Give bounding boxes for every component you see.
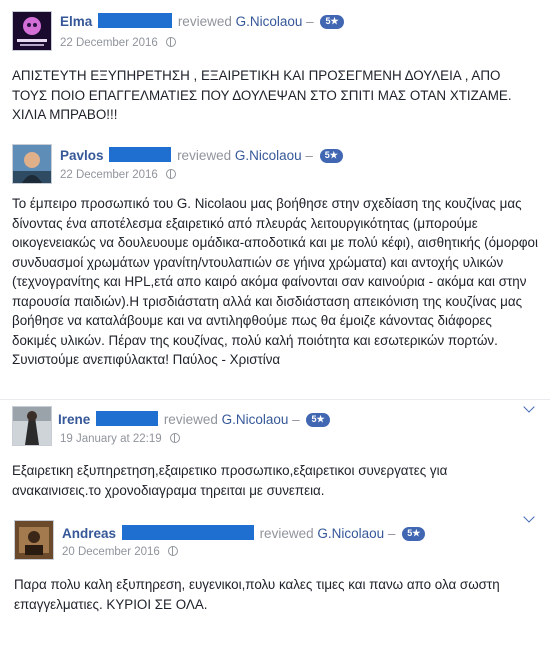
reviewed-label: reviewed <box>177 14 232 29</box>
separator: – <box>387 526 396 541</box>
review-card: Elma reviewed G.Nicolaou – 5★ 22 Decembe… <box>12 10 540 130</box>
avatar[interactable] <box>14 520 54 560</box>
review-header: Pavlos reviewed G.Nicolaou – 5★ <box>60 147 343 163</box>
reviewed-label: reviewed <box>177 148 232 163</box>
separator: – <box>305 148 313 163</box>
avatar-image <box>13 407 51 445</box>
chevron-down-icon[interactable] <box>523 401 535 413</box>
rating-badge: 5★ <box>306 413 330 427</box>
redacted-surname <box>121 525 254 540</box>
reviewer-name[interactable]: Pavlos <box>60 148 104 163</box>
reviewed-label: reviewed <box>259 526 314 541</box>
review-date[interactable]: 22 December 2016 <box>60 169 158 181</box>
review-text: ΑΠΙΣΤΕΥΤΗ ΕΞΥΠΗΡΕΤΗΣΗ , ΕΞΑΙΡΕΤΙΚΗ ΚΑΙ Π… <box>12 68 512 122</box>
rating-badge: 5★ <box>402 527 426 541</box>
review-header: Andreas reviewed G.Nicolaou – 5★ <box>62 525 426 541</box>
avatar[interactable] <box>12 406 52 446</box>
reviewer-name[interactable]: Andreas <box>62 526 116 541</box>
reviewer-name[interactable]: Irene <box>58 412 90 427</box>
review-date[interactable]: 22 December 2016 <box>60 37 158 49</box>
avatar[interactable] <box>12 144 52 184</box>
review-meta: 22 December 2016 <box>60 37 177 49</box>
reviewed-label: reviewed <box>163 412 218 427</box>
page-link[interactable]: G.Nicolaou <box>317 526 384 541</box>
rating-badge: 5★ <box>319 149 343 163</box>
review-header: Irene reviewed G.Nicolaou – 5★ <box>58 411 330 427</box>
review-card: Pavlos reviewed G.Nicolaou – 5★ 22 Decem… <box>12 143 540 393</box>
review-meta: 19 January at 22:19 <box>60 433 180 445</box>
review-meta: 20 December 2016 <box>62 546 179 558</box>
page-link[interactable]: G.Nicolaou <box>222 412 289 427</box>
reviewer-name[interactable]: Elma <box>60 14 92 29</box>
review-text: Παρα πολυ καλη εξυπηρεση, ευγενικοι,πολυ… <box>14 577 500 612</box>
redacted-surname <box>96 411 159 426</box>
globe-icon <box>166 169 177 179</box>
review-header: Elma reviewed G.Nicolaou – 5★ <box>60 13 344 29</box>
review-text: Εξαιρετικη εξυπηρετηση,εξαιρετικο προσωπ… <box>12 463 448 498</box>
review-meta: 22 December 2016 <box>60 169 177 181</box>
globe-icon <box>169 433 180 443</box>
redacted-surname <box>109 147 172 162</box>
review-date[interactable]: 19 January at 22:19 <box>60 433 162 445</box>
review-card: Andreas reviewed G.Nicolaou – 5★ 20 Dece… <box>14 511 540 619</box>
rating-badge: 5★ <box>320 15 344 29</box>
review-text: Το έμπειρο προσωπικό του G. Nicolaou μας… <box>12 196 538 367</box>
separator: – <box>292 412 300 427</box>
globe-icon <box>168 546 179 556</box>
review-date[interactable]: 20 December 2016 <box>62 546 160 558</box>
avatar-image <box>13 12 51 50</box>
chevron-down-icon[interactable] <box>523 511 535 523</box>
avatar-image <box>15 521 53 559</box>
redacted-surname <box>98 13 173 28</box>
divider <box>0 399 550 400</box>
avatar[interactable] <box>12 11 52 51</box>
review-card: Irene reviewed G.Nicolaou – 5★ 19 Januar… <box>12 401 540 505</box>
separator: – <box>306 14 314 29</box>
globe-icon <box>166 37 177 47</box>
avatar-image <box>13 145 51 183</box>
page-link[interactable]: G.Nicolaou <box>236 14 303 29</box>
page-link[interactable]: G.Nicolaou <box>235 148 302 163</box>
